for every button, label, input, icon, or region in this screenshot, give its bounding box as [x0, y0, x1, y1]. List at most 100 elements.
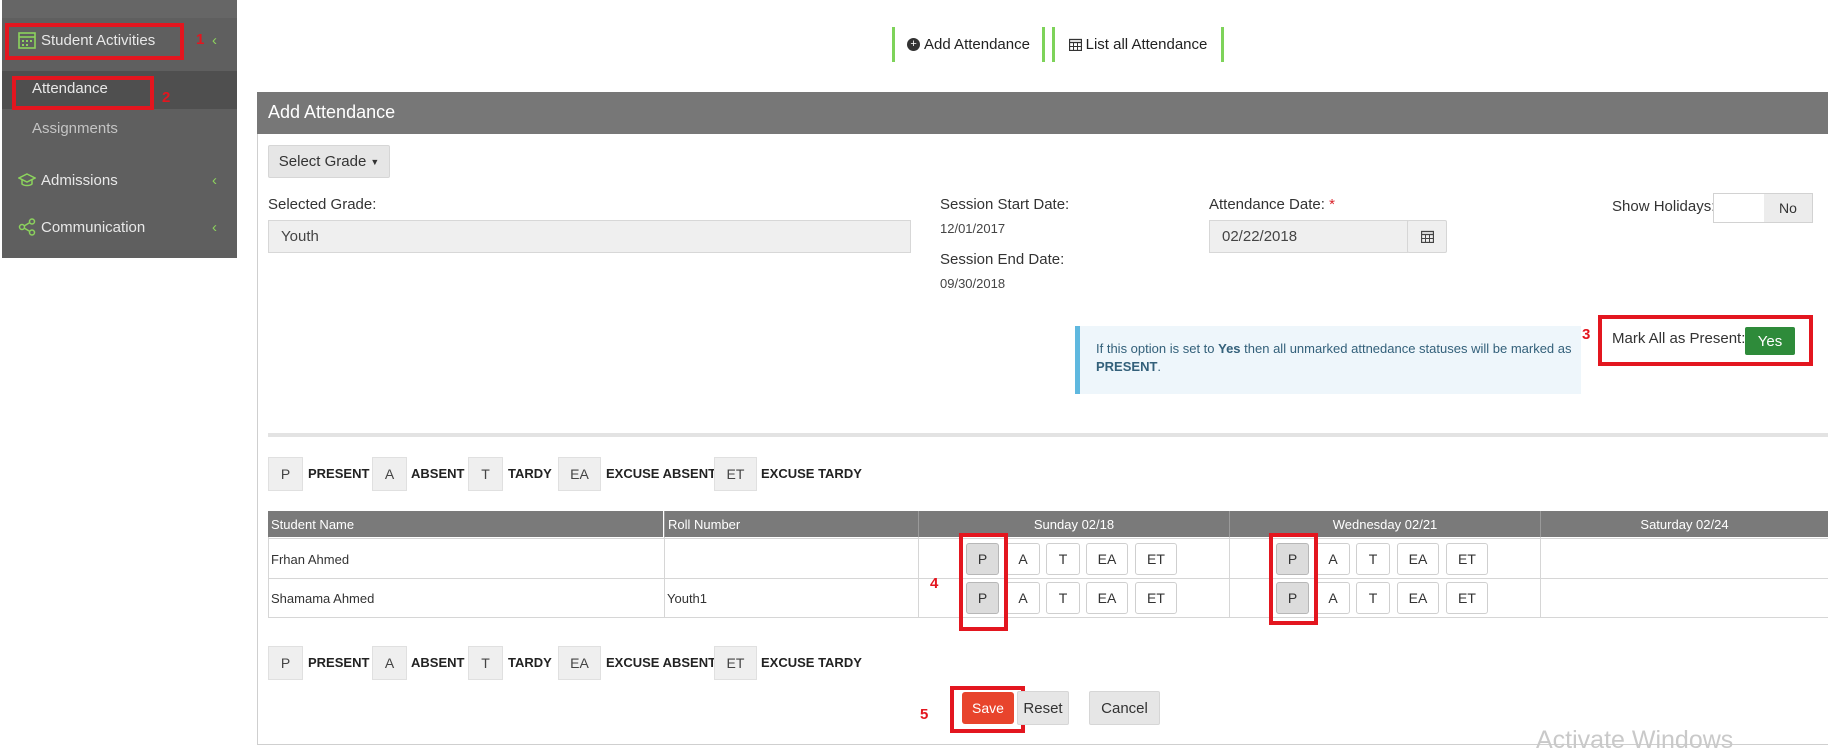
column-header-student-name: Student Name	[268, 511, 663, 537]
annotation-box-1	[5, 23, 184, 60]
add-attendance-button[interactable]: + Add Attendance	[892, 27, 1045, 62]
column-divider	[1540, 537, 1541, 618]
selected-grade-label: Selected Grade:	[268, 196, 377, 213]
sidebar-item-assignments[interactable]: Assignments	[32, 120, 118, 137]
annotation-number-3: 3	[1582, 326, 1591, 343]
session-end-value: 09/30/2018	[940, 276, 1006, 291]
chevron-left-icon: ‹	[212, 218, 217, 236]
legend-code-excuse-absent: EA	[558, 646, 601, 680]
column-divider	[268, 537, 269, 618]
calendar-icon	[1420, 230, 1434, 243]
legend-label-present: PRESENT	[308, 655, 370, 670]
show-holidays-toggle[interactable]: No	[1713, 193, 1813, 223]
mark-all-info-box: If this option is set to Yes then all un…	[1075, 326, 1581, 394]
sidebar-item-communication[interactable]: Communication ‹	[2, 208, 237, 246]
save-button[interactable]: Save	[962, 692, 1014, 724]
cancel-button[interactable]: Cancel	[1089, 691, 1160, 725]
attendance-date-input[interactable]: 02/22/2018	[1209, 220, 1408, 253]
annotation-box-4b	[1269, 533, 1318, 625]
caret-down-icon: ▼	[370, 156, 380, 167]
attendance-option-et[interactable]: ET	[1446, 582, 1488, 614]
legend-code-tardy: T	[468, 646, 503, 680]
legend-code-present: P	[268, 457, 303, 491]
legend-label-excuse-absent: EXCUSE ABSENT	[606, 655, 717, 670]
legend-code-excuse-tardy: ET	[714, 457, 757, 491]
legend-label-excuse-tardy: EXCUSE TARDY	[761, 655, 862, 670]
info-text-1: If this option is set to	[1096, 341, 1219, 356]
attendance-option-a[interactable]: A	[1006, 582, 1040, 614]
attendance-option-a[interactable]: A	[1316, 543, 1350, 575]
add-attendance-label: Add Attendance	[924, 36, 1030, 53]
select-grade-label: Select Grade	[278, 153, 367, 170]
sidebar-item-label: Communication	[41, 218, 146, 236]
mark-all-present-toggle[interactable]: Yes	[1745, 327, 1795, 355]
legend-code-present: P	[268, 646, 303, 680]
attendance-date-label-text: Attendance Date:	[1209, 196, 1325, 213]
session-start-value: 12/01/2017	[940, 221, 1006, 236]
attendance-option-ea[interactable]: EA	[1397, 543, 1439, 575]
session-start-label: Session Start Date:	[940, 196, 1070, 213]
panel-title: Add Attendance	[268, 102, 396, 122]
legend-label-absent: ABSENT	[411, 655, 465, 670]
date-picker-button[interactable]	[1407, 220, 1447, 253]
info-text-2: then all unmarked attnedance statuses wi…	[1240, 341, 1572, 356]
sidebar-top-strip	[2, 0, 237, 18]
annotation-number-4: 4	[930, 575, 939, 592]
attendance-option-t[interactable]: T	[1046, 582, 1080, 614]
legend-label-tardy: TARDY	[508, 466, 552, 481]
student-name: Shamama Ahmed	[271, 591, 375, 606]
legend-code-excuse-tardy: ET	[714, 646, 757, 680]
list-all-attendance-label: List all Attendance	[1085, 36, 1208, 53]
legend-code-absent: A	[372, 646, 407, 680]
show-holidays-label: Show Holidays:	[1612, 198, 1716, 215]
legend-label-excuse-absent: EXCUSE ABSENT	[606, 466, 717, 481]
attendance-option-t[interactable]: T	[1356, 582, 1390, 614]
session-end-label: Session End Date:	[940, 251, 1065, 268]
legend-label-excuse-tardy: EXCUSE TARDY	[761, 466, 862, 481]
attendance-option-a[interactable]: A	[1006, 543, 1040, 575]
row-divider	[268, 538, 1828, 539]
column-header-saturday: Saturday 02/24	[1540, 511, 1828, 537]
show-holidays-value: No	[1764, 194, 1812, 222]
legend-label-absent: ABSENT	[411, 466, 465, 481]
roll-number: Youth1	[667, 591, 708, 606]
column-divider	[664, 537, 665, 618]
attendance-option-et[interactable]: ET	[1135, 582, 1177, 614]
attendance-date-label: Attendance Date: *	[1209, 196, 1335, 213]
sidebar-item-admissions[interactable]: Admissions ‹	[2, 161, 237, 199]
attendance-option-t[interactable]: T	[1046, 543, 1080, 575]
attendance-date-value: 02/22/2018	[1222, 228, 1298, 245]
info-text-end: .	[1157, 359, 1162, 374]
column-header-roll-number: Roll Number	[664, 511, 918, 537]
list-all-attendance-button[interactable]: List all Attendance	[1052, 27, 1224, 62]
student-name: Frhan Ahmed	[271, 552, 350, 567]
chevron-left-icon: ‹	[212, 171, 217, 189]
annotation-number-5: 5	[920, 706, 929, 723]
info-text-yes: Yes	[1218, 341, 1241, 356]
attendance-option-et[interactable]: ET	[1135, 543, 1177, 575]
graduation-cap-icon	[18, 173, 36, 187]
row-divider	[268, 617, 1828, 618]
legend-label-tardy: TARDY	[508, 655, 552, 670]
selected-grade-field: Youth	[268, 220, 911, 253]
column-divider	[1229, 537, 1230, 618]
attendance-option-t[interactable]: T	[1356, 543, 1390, 575]
annotation-number-2: 2	[162, 89, 171, 106]
legend-code-absent: A	[372, 457, 407, 491]
calendar-icon	[1068, 38, 1082, 51]
reset-button[interactable]: Reset	[1017, 691, 1069, 725]
chevron-left-icon: ‹	[212, 31, 217, 49]
attendance-option-et[interactable]: ET	[1446, 543, 1488, 575]
attendance-option-ea[interactable]: EA	[1086, 543, 1128, 575]
attendance-option-a[interactable]: A	[1316, 582, 1350, 614]
column-divider	[918, 537, 919, 618]
annotation-number-1: 1	[196, 31, 205, 48]
select-grade-button[interactable]: Select Grade ▼	[268, 145, 390, 178]
selected-grade-value: Youth	[281, 228, 319, 245]
share-icon	[18, 218, 36, 236]
attendance-option-ea[interactable]: EA	[1397, 582, 1439, 614]
legend-label-present: PRESENT	[308, 466, 370, 481]
attendance-option-ea[interactable]: EA	[1086, 582, 1128, 614]
mark-all-present-value: Yes	[1757, 332, 1783, 350]
annotation-box-2	[12, 76, 154, 110]
